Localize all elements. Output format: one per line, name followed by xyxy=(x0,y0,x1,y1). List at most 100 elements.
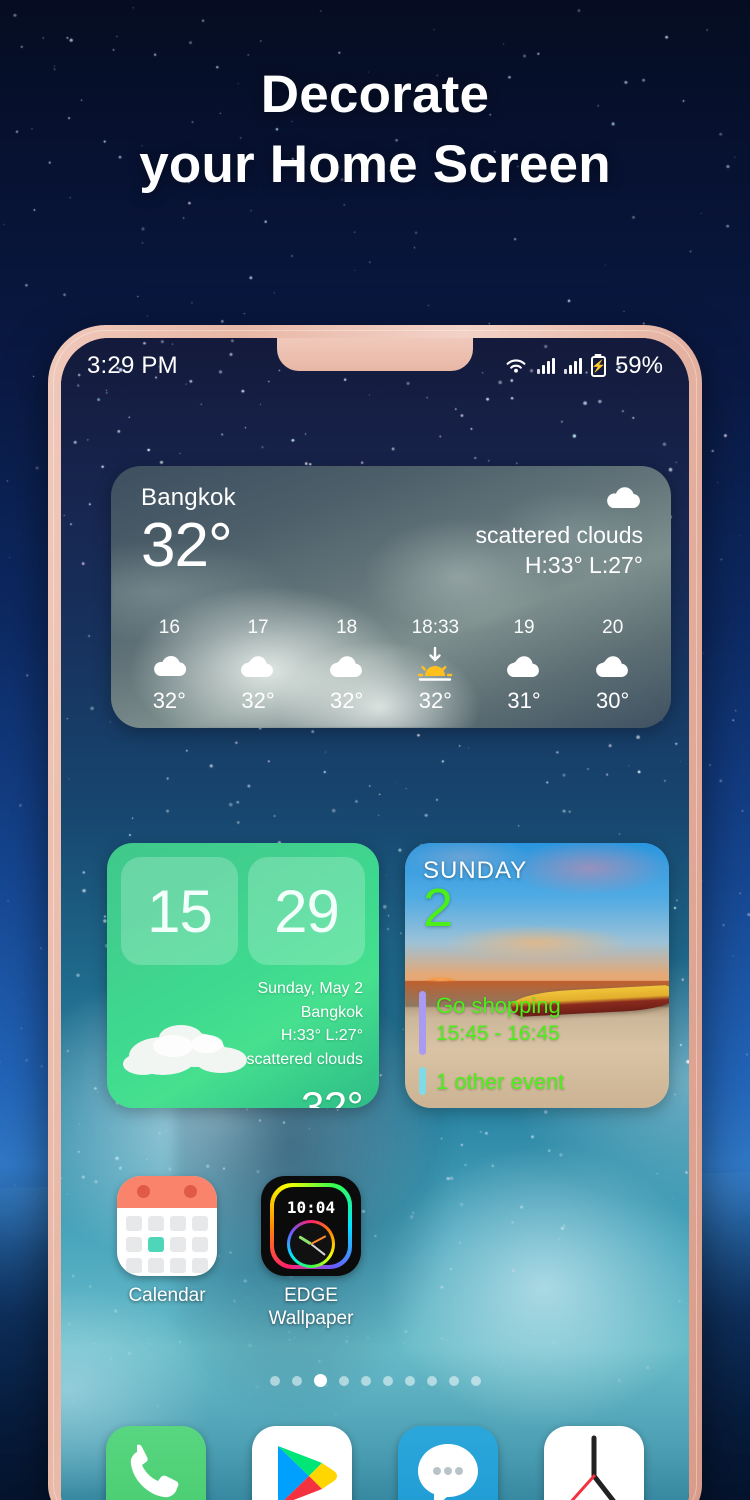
page-dot[interactable] xyxy=(382,1375,393,1386)
partly-cloudy-icon xyxy=(480,644,569,686)
app-label-calendar: Calendar xyxy=(128,1285,206,1306)
page-dot[interactable] xyxy=(470,1375,481,1386)
flip-clock: 15 29 xyxy=(107,843,379,965)
weather-widget[interactable]: scattered clouds H:33° L:27° Bangkok 32°… xyxy=(111,466,671,728)
headline-line-1: Decorate xyxy=(260,65,490,124)
clock-hours: 15 xyxy=(121,857,238,965)
page-title: Decorate your Home Screen xyxy=(0,60,750,200)
calendar-widget-header: SUNDAY 2 xyxy=(423,857,659,935)
watch-face-time: 10:04 xyxy=(286,1198,336,1217)
battery-percent-label: 59% xyxy=(614,352,663,379)
event-text-block: Go shopping 15:45 - 16:45 xyxy=(436,991,561,1055)
page-dot[interactable] xyxy=(404,1375,415,1386)
sunset-icon xyxy=(391,644,480,686)
calendar-icon-grid xyxy=(126,1216,208,1273)
cloud-icon xyxy=(603,484,643,510)
hour-label: 17 xyxy=(247,617,269,638)
clock-widget-city: Bangkok xyxy=(300,1003,363,1021)
hour-temperature: 30° xyxy=(596,688,630,713)
hourly-forecast-item: 17 32° xyxy=(214,617,303,714)
partly-cloudy-icon xyxy=(568,644,657,686)
messages-icon[interactable] xyxy=(398,1426,498,1500)
clock-hand-minute xyxy=(310,1243,326,1256)
event-time: 15:45 - 16:45 xyxy=(436,1022,560,1046)
hour-label: 16 xyxy=(158,617,180,638)
clock-icon[interactable] xyxy=(544,1426,644,1500)
calendar-ring-right xyxy=(184,1185,197,1198)
clock-minutes: 29 xyxy=(248,857,365,965)
headline-line-2: your Home Screen xyxy=(139,134,611,194)
hourly-forecast-item: 19 31° xyxy=(480,617,569,714)
hourly-forecast-item: 20 30° xyxy=(568,617,657,714)
phone-screen: 3:29 PM ⚡ 59% scattered clouds H:33° L:2… xyxy=(61,338,689,1500)
hour-label: 18 xyxy=(336,617,358,638)
page-dot[interactable] xyxy=(269,1375,280,1386)
hour-label: 18:33 xyxy=(411,617,460,638)
weather-condition-text: scattered clouds xyxy=(475,522,643,548)
page-dot[interactable] xyxy=(360,1375,371,1386)
hour-label: 20 xyxy=(602,617,624,638)
calendar-event-list: Go shopping 15:45 - 16:45 1 other event xyxy=(419,991,659,1096)
clock-hand-second xyxy=(310,1235,327,1245)
google-play-icon[interactable] xyxy=(252,1426,352,1500)
page-dot[interactable] xyxy=(291,1375,302,1386)
calendar-ring-left xyxy=(137,1185,150,1198)
signal-bars-icon-2 xyxy=(563,358,582,374)
flip-clock-weather-widget[interactable]: 15 29 Sunday, May 2 Bangkok H:33° L:27° … xyxy=(107,843,379,1108)
partly-cloudy-icon xyxy=(302,644,391,686)
calendar-event-primary[interactable]: Go shopping 15:45 - 16:45 xyxy=(419,991,659,1055)
hour-temperature: 32° xyxy=(418,688,452,713)
other-events-label: 1 other event xyxy=(436,1069,565,1094)
event-color-bar-2 xyxy=(419,1067,426,1095)
home-app-row: Calendar 10:04 EDGE Wallpaper xyxy=(117,1176,361,1331)
calendar-event-secondary[interactable]: 1 other event xyxy=(419,1067,659,1096)
weather-high-low: H:33° L:27° xyxy=(524,552,643,578)
clock-widget-high-low: H:33° L:27° xyxy=(280,1027,363,1045)
weather-condition-block: scattered clouds H:33° L:27° xyxy=(476,484,643,579)
clock-widget-info: Sunday, May 2 Bangkok H:33° L:27° scatte… xyxy=(246,977,363,1108)
page-dot[interactable] xyxy=(448,1375,459,1386)
hour-temperature: 31° xyxy=(507,688,541,713)
status-clock: 3:29 PM xyxy=(87,352,178,379)
hour-temperature: 32° xyxy=(152,688,186,713)
page-indicator[interactable] xyxy=(61,1374,689,1387)
app-edge-wallpaper[interactable]: 10:04 EDGE Wallpaper xyxy=(261,1176,361,1331)
hour-temperature: 32° xyxy=(330,688,364,713)
calendar-icon-header xyxy=(117,1176,217,1208)
clock-widget-temperature: 32° xyxy=(300,1082,364,1108)
app-label-edge: EDGE Wallpaper xyxy=(261,1285,361,1331)
watch-dial-icon xyxy=(287,1220,335,1268)
hourly-forecast-item: 16 32° xyxy=(125,617,214,714)
calendar-app-icon[interactable] xyxy=(117,1176,217,1276)
app-label-edge-line1: EDGE xyxy=(284,1285,338,1306)
page-dot[interactable] xyxy=(426,1375,437,1386)
signal-bars-icon-1 xyxy=(536,358,555,374)
phone-mockup: 3:29 PM ⚡ 59% scattered clouds H:33° L:2… xyxy=(48,325,702,1500)
partly-cloudy-icon xyxy=(214,644,303,686)
hourly-forecast-row: 16 32° 17 32° 18 32° 18:33 32° 19 31° 20 30° xyxy=(125,617,657,714)
cloud-icon xyxy=(125,644,214,686)
clock-widget-condition: scattered clouds xyxy=(246,1051,363,1069)
weather-widget-header: scattered clouds H:33° L:27° Bangkok 32° xyxy=(141,484,643,579)
hour-label: 19 xyxy=(513,617,535,638)
status-bar: 3:29 PM ⚡ 59% xyxy=(61,338,689,394)
edge-wallpaper-app-icon[interactable]: 10:04 xyxy=(261,1176,361,1276)
app-label-edge-line2: Wallpaper xyxy=(268,1307,354,1329)
page-dot[interactable] xyxy=(338,1375,349,1386)
clock-widget-date: Sunday, May 2 xyxy=(257,980,363,997)
event-title: Go shopping xyxy=(436,993,561,1018)
phone-icon[interactable] xyxy=(106,1426,206,1500)
hourly-forecast-item: 18:33 32° xyxy=(391,617,480,714)
dock xyxy=(61,1426,689,1500)
calendar-date: 2 xyxy=(423,878,454,938)
wifi-icon xyxy=(506,359,526,373)
calendar-widget[interactable]: SUNDAY 2 Go shopping 15:45 - 16:45 1 oth… xyxy=(405,843,669,1108)
hourly-forecast-item: 18 32° xyxy=(302,617,391,714)
status-indicators: ⚡ 59% xyxy=(504,352,663,380)
battery-charging-icon: ⚡ xyxy=(590,355,606,377)
app-calendar[interactable]: Calendar xyxy=(117,1176,217,1331)
watch-dial-inner xyxy=(290,1223,332,1265)
hour-temperature: 32° xyxy=(241,688,275,713)
page-dot-active[interactable] xyxy=(313,1374,327,1387)
event-color-bar xyxy=(419,991,426,1055)
